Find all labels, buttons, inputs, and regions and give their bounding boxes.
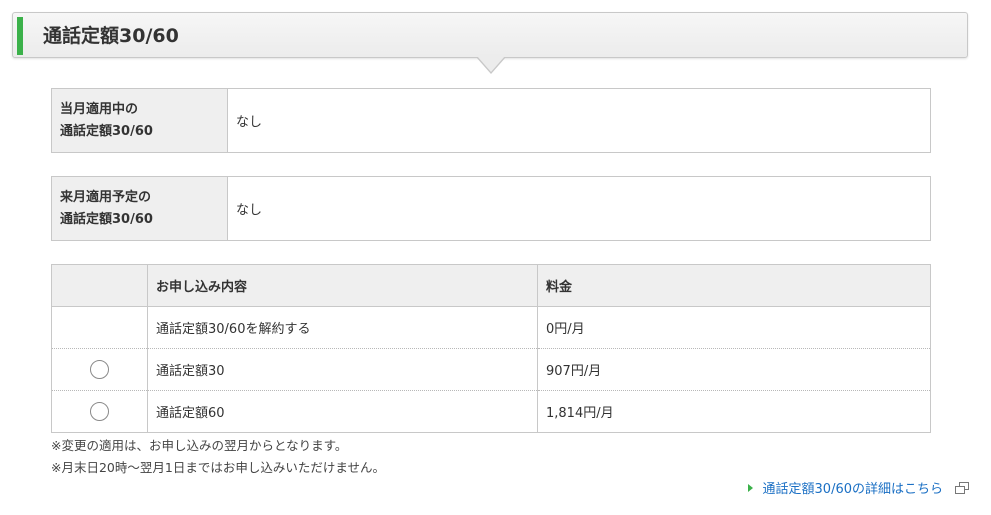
next-month-label: 来月適用予定の 通話定額30/60	[51, 176, 228, 241]
plan-name: 通話定額60	[147, 390, 538, 433]
plan-fee: 907円/月	[537, 348, 931, 391]
current-month-label: 当月適用中の 通話定額30/60	[51, 88, 228, 153]
detail-link-label[interactable]: 通話定額30/60の詳細はこちら	[763, 478, 943, 497]
accent-bar	[17, 17, 23, 55]
next-month-table: 来月適用予定の 通話定額30/60 なし	[51, 176, 931, 241]
plan-name: 通話定額30/60を解約する	[147, 306, 538, 349]
section-title: 通話定額30/60	[43, 25, 179, 47]
table-header-row: お申し込み内容 料金	[51, 264, 931, 307]
select-cell	[51, 390, 148, 433]
detail-link[interactable]: 通話定額30/60の詳細はこちら	[747, 478, 969, 497]
section-header: 通話定額30/60	[12, 12, 968, 58]
plan-name: 通話定額30	[147, 348, 538, 391]
plan-fee: 1,814円/月	[537, 390, 931, 433]
table-row: 通話定額30/60を解約する 0円/月	[51, 306, 931, 349]
plan-60-radio[interactable]	[90, 402, 109, 421]
current-month-table: 当月適用中の 通話定額30/60 なし	[51, 88, 931, 153]
next-month-value: なし	[227, 176, 931, 241]
content-column-header: お申し込み内容	[147, 264, 538, 307]
fee-column-header: 料金	[537, 264, 931, 307]
external-window-icon	[955, 481, 969, 494]
plan-fee: 0円/月	[537, 306, 931, 349]
note-line: ※変更の適用は、お申し込みの翌月からとなります。	[51, 438, 348, 453]
notes: ※変更の適用は、お申し込みの翌月からとなります。 ※月末日20時～翌月1日までは…	[51, 435, 385, 479]
select-column-header	[51, 264, 148, 307]
plan-30-radio[interactable]	[90, 360, 109, 379]
select-cell	[51, 306, 148, 349]
triangle-right-icon	[747, 483, 753, 492]
current-month-value: なし	[227, 88, 931, 153]
table-row: 通話定額60 1,814円/月	[51, 390, 931, 433]
plan-selection-table: お申し込み内容 料金 通話定額30/60を解約する 0円/月 通話定額30 90…	[51, 264, 931, 433]
select-cell	[51, 348, 148, 391]
table-row: 通話定額30 907円/月	[51, 348, 931, 391]
note-line: ※月末日20時～翌月1日まではお申し込みいただけません。	[51, 460, 385, 475]
